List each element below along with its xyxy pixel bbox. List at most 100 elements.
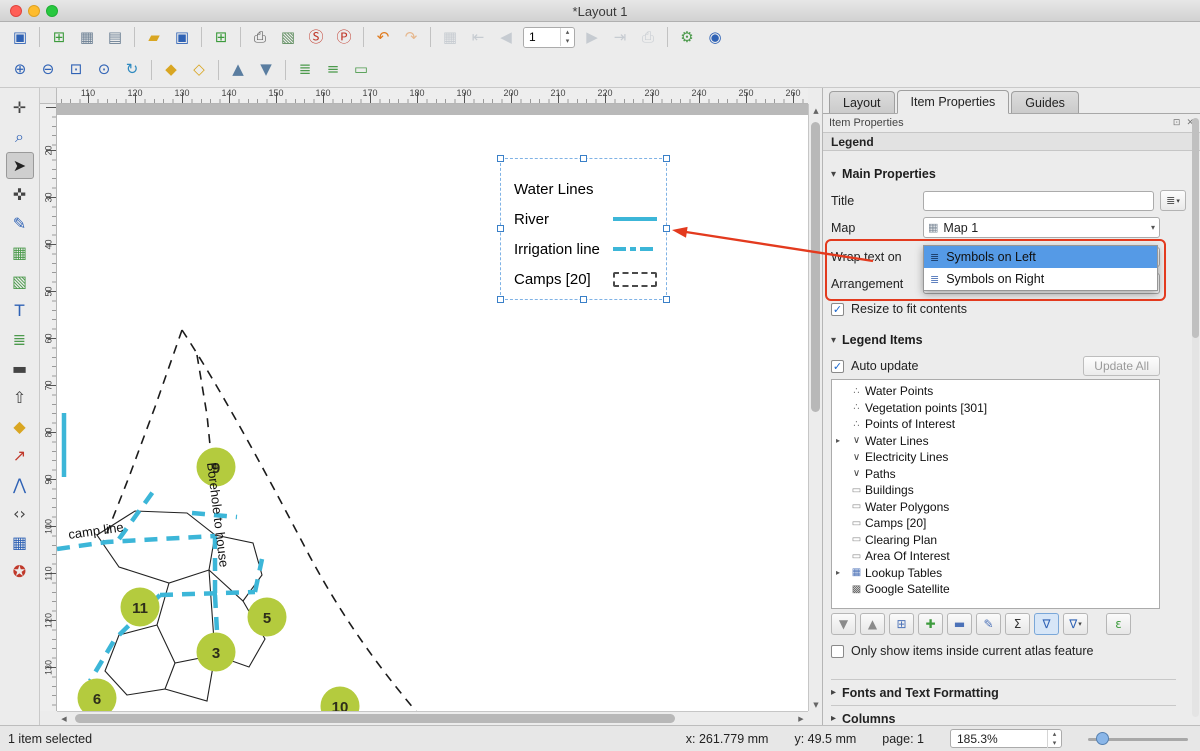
legend-items-section[interactable]: ▾ Legend Items xyxy=(831,327,1192,353)
filter-legend-by-map-button[interactable]: ∇ xyxy=(1034,613,1059,635)
zoom-out-button[interactable]: ⊖ xyxy=(35,58,61,82)
map-item[interactable]: 9 11 5 3 6 10 camp line Borehole to hous… xyxy=(57,115,808,711)
tab-layout[interactable]: Layout xyxy=(829,91,895,113)
export-image-button[interactable]: ▧ xyxy=(275,25,301,49)
first-feature-button[interactable]: ⇤ xyxy=(465,25,491,49)
tab-item-properties[interactable]: Item Properties xyxy=(897,90,1010,114)
last-feature-button[interactable]: ⇥ xyxy=(607,25,633,49)
canvas-vertical-scrollbar[interactable]: ▲ ▼ xyxy=(808,104,822,711)
previous-feature-button[interactable]: ◀ xyxy=(493,25,519,49)
float-panel-icon[interactable]: ⊡ xyxy=(1173,118,1181,128)
undo-button[interactable]: ↶ xyxy=(370,25,396,49)
lock-selected-items-button[interactable]: ◆ xyxy=(158,58,184,82)
print-atlas-button[interactable]: ⎙ xyxy=(635,25,661,49)
resize-handle[interactable] xyxy=(580,155,587,162)
panel-scrollbar[interactable] xyxy=(1192,118,1199,717)
legend-tree-item[interactable]: ▸ ▭ Clearing Plan xyxy=(832,532,1159,549)
symbols-on-right-option[interactable]: ≣ Symbols on Right xyxy=(924,268,1157,290)
auto-update-checkbox[interactable]: ✓ xyxy=(831,360,844,373)
refresh-view-button[interactable]: ↻ xyxy=(119,58,145,82)
symbols-on-left-option[interactable]: ≣ Symbols on Left xyxy=(924,246,1157,268)
update-all-button[interactable]: Update All xyxy=(1083,356,1160,376)
legend-tree-item[interactable]: ▸ ∴ Points of Interest xyxy=(832,416,1159,433)
spin-down-icon[interactable]: ▾ xyxy=(561,37,574,46)
expand-arrow-icon[interactable]: ▸ xyxy=(836,568,848,577)
zoom-slider-knob[interactable] xyxy=(1096,732,1109,745)
lower-selected-items-button[interactable]: ▼ xyxy=(253,58,279,82)
expression-filter-button[interactable]: ε xyxy=(1106,613,1131,635)
next-feature-button[interactable]: ▶ xyxy=(579,25,605,49)
legend-tree-item[interactable]: ▸ ▭ Camps [20] xyxy=(832,515,1159,532)
expand-arrow-icon[interactable]: ▸ xyxy=(836,436,848,445)
resize-handle[interactable] xyxy=(663,155,670,162)
scroll-right-icon[interactable]: ▶ xyxy=(794,712,808,725)
horizontal-scroll-thumb[interactable] xyxy=(75,714,675,723)
save-project-button[interactable]: ▣ xyxy=(7,25,33,49)
atlas-settings-button[interactable]: ▦ xyxy=(437,25,463,49)
resize-handle[interactable] xyxy=(497,296,504,303)
data-defined-override-button[interactable]: ≣ ▾ xyxy=(1160,190,1186,211)
spin-up-icon[interactable]: ▴ xyxy=(1048,730,1061,739)
legend-tree-item[interactable]: ▸ ▭ Area Of Interest xyxy=(832,548,1159,565)
resize-to-fit-checkbox[interactable]: ✓ xyxy=(831,303,844,316)
filter-legend-by-expression-button[interactable]: ∇ xyxy=(1063,613,1088,635)
zoom-slider[interactable] xyxy=(1088,731,1188,747)
resize-handle[interactable] xyxy=(663,296,670,303)
layout-manager-button[interactable]: ▤ xyxy=(102,25,128,49)
legend-tree-item[interactable]: ▸ ▩ Google Satellite xyxy=(832,581,1159,598)
canvas-horizontal-scrollbar[interactable]: ◀ ▶ xyxy=(57,711,808,725)
legend-tree-item[interactable]: ▸ ▭ Buildings xyxy=(832,482,1159,499)
vertical-scroll-thumb[interactable] xyxy=(811,122,820,412)
print-layout-button[interactable]: ⎙ xyxy=(247,25,273,49)
page-number-input[interactable] xyxy=(524,28,560,47)
resize-handle[interactable] xyxy=(663,225,670,232)
add-legend-item-button[interactable]: ✚ xyxy=(918,613,943,635)
page-number-spinbox[interactable]: ▴ ▾ xyxy=(523,27,575,48)
legend-tree-item[interactable]: ▸ ∴ Vegetation points [301] xyxy=(832,400,1159,417)
add-arrow-tool-button[interactable]: ↗ xyxy=(6,442,34,469)
legend-tree-item[interactable]: ▸ ▦ Lookup Tables xyxy=(832,565,1159,582)
legend-tree-item[interactable]: ▸ ∨ Paths xyxy=(832,466,1159,483)
map-select[interactable]: ▦ Map 1 ▾ xyxy=(923,217,1160,238)
unlock-all-items-button[interactable]: ◇ xyxy=(186,58,212,82)
tab-guides[interactable]: Guides xyxy=(1011,91,1079,113)
raise-selected-items-button[interactable]: ▲ xyxy=(225,58,251,82)
zoom-level-combo[interactable]: 185.3% ▴ ▾ xyxy=(950,729,1062,748)
main-properties-section[interactable]: ▾ Main Properties xyxy=(831,161,1192,187)
pan-layout-tool-button[interactable]: ✛ xyxy=(6,94,34,121)
distribute-selected-items-button[interactable]: ≡ xyxy=(320,58,346,82)
zoom-spin-arrows[interactable]: ▴ ▾ xyxy=(1047,730,1061,748)
legend-tree-item[interactable]: ▸ ∨ Electricity Lines xyxy=(832,449,1159,466)
remove-legend-item-button[interactable]: ▬ xyxy=(947,613,972,635)
edit-nodes-tool-button[interactable]: ✎ xyxy=(6,210,34,237)
duplicate-layout-button[interactable]: ▦ xyxy=(74,25,100,49)
spin-up-icon[interactable]: ▴ xyxy=(561,28,574,37)
count-symbols-button[interactable]: Σ xyxy=(1005,613,1030,635)
export-svg-button[interactable]: Ⓢ xyxy=(303,25,329,49)
layout-page[interactable]: 9 11 5 3 6 10 camp line Borehole to hous… xyxy=(57,115,808,711)
layout-viewport[interactable]: 9 11 5 3 6 10 camp line Borehole to hous… xyxy=(57,104,808,711)
zoom-actual-button[interactable]: ⊙ xyxy=(91,58,117,82)
align-selected-items-button[interactable]: ≣ xyxy=(292,58,318,82)
legend-tree-item[interactable]: ▸ ▭ Water Polygons xyxy=(832,499,1159,516)
zoom-in-button[interactable]: ⊕ xyxy=(7,58,33,82)
open-folder-button[interactable]: ▰ xyxy=(141,25,167,49)
panel-scroll-thumb[interactable] xyxy=(1192,118,1199,338)
atlas-preferences-button[interactable]: ⚙ xyxy=(674,25,700,49)
legend-items-tree[interactable]: ▸ ∴ Water Points ▸ ∴ Vegetation points [… xyxy=(831,379,1160,609)
edit-legend-item-button[interactable]: ✎ xyxy=(976,613,1001,635)
resize-handle[interactable] xyxy=(580,296,587,303)
scroll-up-icon[interactable]: ▲ xyxy=(809,104,823,117)
resize-selected-items-button[interactable]: ▭ xyxy=(348,58,374,82)
add-group-button[interactable]: ⊞ xyxy=(889,613,914,635)
legend-item-selected[interactable]: Water Lines River Irrigation line xyxy=(500,158,667,300)
zoom-full-button[interactable]: ⊡ xyxy=(63,58,89,82)
resize-handle[interactable] xyxy=(497,225,504,232)
export-pdf-button[interactable]: Ⓟ xyxy=(331,25,357,49)
legend-tree-item[interactable]: ▸ ∴ Water Points xyxy=(832,383,1159,400)
atlas-filter-checkbox[interactable] xyxy=(831,645,844,658)
scroll-left-icon[interactable]: ◀ xyxy=(57,712,71,725)
preview-atlas-button[interactable]: ◉ xyxy=(702,25,728,49)
move-item-up-button[interactable]: ▲ xyxy=(860,613,885,635)
scroll-down-icon[interactable]: ▼ xyxy=(809,698,823,711)
